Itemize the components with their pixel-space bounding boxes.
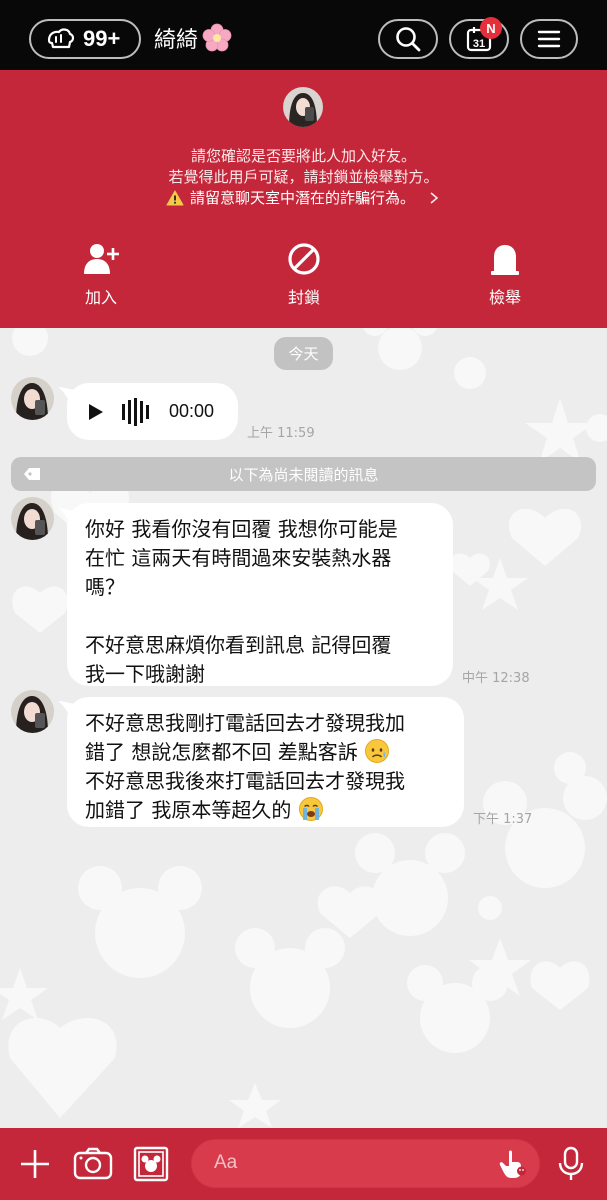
plus-icon[interactable] <box>15 1144 55 1184</box>
message-line: 不好意思我後來打電話回去才發現我 <box>85 769 405 793</box>
search-button[interactable] <box>378 19 438 59</box>
message-bubble[interactable]: 你好 我看你沒有回覆 我想你可能是 在忙 這兩天有時間過來安裝熱水器 嗎？ 不好… <box>67 503 453 686</box>
voice-duration: 00:00 <box>169 401 215 421</box>
composer-bar: Aa <box>0 1128 607 1200</box>
message-time: 上午 11:59 <box>247 426 315 441</box>
unread-label: 以下為尚未閱讀的訊息 <box>228 465 379 484</box>
sender-avatar[interactable] <box>11 690 54 733</box>
message-line: 嗎？ <box>85 575 125 599</box>
date-separator: 今天 <box>274 337 333 370</box>
block-icon <box>288 243 320 275</box>
sad-emoji-icon <box>365 739 390 763</box>
top-bar: 99+ 綺綺 31 N <box>0 0 607 70</box>
message-line-text: 錯了 想說怎麼都不回 差點客訴 <box>85 740 358 764</box>
play-icon[interactable] <box>87 402 105 422</box>
message-line <box>85 602 435 631</box>
menu-icon <box>537 30 561 48</box>
message-time: 中午 12:38 <box>462 671 530 686</box>
emoji-icon[interactable] <box>497 1148 529 1180</box>
scam-warning-link[interactable]: 請留意聊天室中潛在的詐騙行為。 <box>0 187 607 208</box>
add-friend-label: 加入 <box>84 288 117 307</box>
message-line: 不好意思麻煩你看到訊息 記得回覆 <box>85 633 392 657</box>
sender-avatar[interactable] <box>11 377 54 420</box>
calendar-date: 31 <box>473 38 485 50</box>
gallery-icon[interactable] <box>131 1144 171 1184</box>
calendar-badge: N <box>480 17 502 39</box>
notice-line-2: 若覺得此用戶可疑，請封鎖並檢舉對方。 <box>168 168 439 186</box>
message-line: 我一下哦謝謝 <box>85 662 205 686</box>
warning-text: 請留意聊天室中潛在的詐騙行為。 <box>189 189 415 207</box>
chat-name-text: 綺綺 <box>154 28 199 53</box>
block-button[interactable]: 封鎖 <box>259 242 349 308</box>
add-friend-icon <box>84 244 119 274</box>
friend-avatar[interactable] <box>283 87 323 127</box>
unread-count: 99+ <box>83 26 121 51</box>
add-friend-button[interactable]: 加入 <box>56 242 146 308</box>
block-label: 封鎖 <box>287 288 320 307</box>
report-icon <box>491 245 519 275</box>
message-line: 錯了 想說怎麼都不回 差點客訴 <box>85 738 446 767</box>
warning-icon <box>166 190 184 205</box>
message-bubble[interactable]: 不好意思我剛打電話回去才發現我加 錯了 想說怎麼都不回 差點客訴 不好意思我後來… <box>67 697 464 827</box>
camera-icon[interactable] <box>73 1144 113 1184</box>
crying-emoji-icon <box>298 797 323 821</box>
unread-separator: 以下為尚未閱讀的訊息 <box>11 457 596 491</box>
back-button[interactable]: 99+ <box>29 19 141 59</box>
message-time: 下午 1:37 <box>473 812 533 827</box>
voice-message-bubble[interactable]: 00:00 <box>67 383 238 440</box>
microphone-icon[interactable] <box>551 1144 591 1184</box>
sender-avatar[interactable] <box>11 497 54 540</box>
waveform-icon <box>122 397 149 426</box>
flower-emoji-icon <box>202 23 232 52</box>
message-line: 在忙 這兩天有時間過來安裝熱水器 <box>85 546 392 570</box>
chat-title: 綺綺 <box>154 22 232 54</box>
stranger-notice-panel: 請您確認是否要將此人加入好友。 若覺得此用戶可疑，請封鎖並檢舉對方。 請留意聊天… <box>0 70 607 328</box>
friends-back-icon <box>47 28 75 49</box>
message-line: 加錯了 我原本等超久的 <box>85 796 446 825</box>
input-placeholder: Aa <box>214 1152 238 1173</box>
tag-icon <box>24 468 40 480</box>
message-line: 不好意思我剛打電話回去才發現我加 <box>85 711 405 735</box>
report-button[interactable]: 檢舉 <box>460 242 550 308</box>
report-label: 檢舉 <box>488 288 521 307</box>
message-line: 你好 我看你沒有回覆 我想你可能是 <box>85 517 398 541</box>
chevron-right-icon <box>430 191 439 204</box>
search-icon <box>396 27 421 52</box>
menu-button[interactable] <box>520 19 578 59</box>
notice-line-1: 請您確認是否要將此人加入好友。 <box>190 147 416 165</box>
message-line-text: 加錯了 我原本等超久的 <box>85 798 292 822</box>
calendar-button[interactable]: 31 N <box>449 17 509 59</box>
message-input[interactable]: Aa <box>191 1139 540 1188</box>
